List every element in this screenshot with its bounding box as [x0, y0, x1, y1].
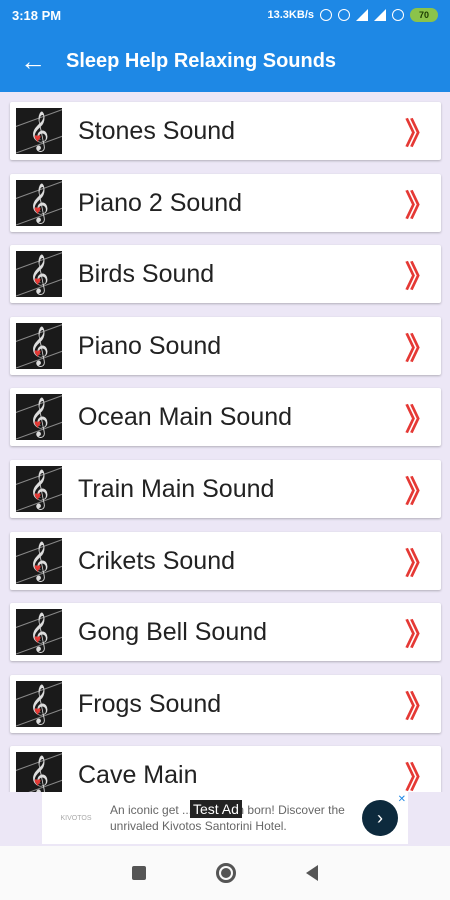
list-item[interactable]: 𝄞 ♥ Piano Sound 》 — [10, 317, 441, 375]
ad-banner[interactable]: KIVOTOS An iconic get ... just been born… — [42, 792, 408, 844]
music-note-icon: 𝄞 ♥ — [16, 752, 62, 792]
back-arrow-icon[interactable]: ← — [0, 30, 66, 92]
chevron-right-icon: 》 — [405, 190, 435, 223]
list-item[interactable]: 𝄞 ♥ Ocean Main Sound 》 — [10, 388, 441, 446]
sound-label: Train Main Sound — [78, 474, 275, 503]
home-icon[interactable] — [216, 863, 236, 883]
back-icon[interactable] — [306, 865, 318, 881]
music-note-icon: 𝄞 ♥ — [16, 180, 62, 226]
sound-label: Ocean Main Sound — [78, 402, 293, 431]
sound-label: Piano 2 Sound — [78, 188, 243, 217]
list-item[interactable]: 𝄞 ♥ Gong Bell Sound 》 — [10, 603, 441, 661]
battery-indicator: 70 — [410, 8, 438, 22]
ad-text: An iconic get ... just been born! Discov… — [110, 800, 352, 834]
chevron-right-icon: 》 — [405, 476, 435, 509]
music-note-icon: 𝄞 ♥ — [16, 609, 62, 655]
chevron-right-icon: 》 — [405, 333, 435, 366]
list-item[interactable]: 𝄞 ♥ Frogs Sound 》 — [10, 675, 441, 733]
music-note-icon: 𝄞 ♥ — [16, 466, 62, 512]
sound-label: Piano Sound — [78, 331, 222, 360]
chevron-right-icon: 》 — [405, 261, 435, 294]
sound-label: Frogs Sound — [78, 689, 222, 718]
sound-label: Gong Bell Sound — [78, 617, 268, 646]
net-speed: 13.3KB/s — [267, 9, 314, 21]
chevron-right-icon: 》 — [405, 548, 435, 581]
list-item[interactable]: 𝄞 ♥ Crikets Sound 》 — [10, 532, 441, 590]
status-time: 3:18 PM — [12, 7, 62, 23]
recent-apps-icon[interactable] — [132, 866, 146, 880]
music-note-icon: 𝄞 ♥ — [16, 323, 62, 369]
system-nav-bar — [0, 846, 450, 900]
list-item[interactable]: 𝄞 ♥ Train Main Sound 》 — [10, 460, 441, 518]
chevron-right-icon: 》 — [405, 762, 435, 792]
alarm-icon — [338, 9, 350, 21]
sound-label: Birds Sound — [78, 259, 215, 288]
close-icon[interactable]: ✕ — [398, 794, 406, 805]
ad-logo: KIVOTOS — [60, 814, 92, 822]
chevron-right-icon: 》 — [405, 691, 435, 724]
test-ad-badge: Test Ad — [190, 800, 242, 818]
music-note-icon: 𝄞 ♥ — [16, 394, 62, 440]
chevron-right-icon: 》 — [405, 118, 435, 151]
page-title: Sleep Help Relaxing Sounds — [66, 49, 337, 72]
list-item[interactable]: 𝄞 ♥ Stones Sound 》 — [10, 102, 441, 160]
wifi-icon — [392, 9, 404, 21]
status-icons: 13.3KB/s 70 — [268, 8, 438, 22]
sound-list[interactable]: 𝄞 ♥ Stones Sound 》 𝄞 ♥ Piano 2 Sound 》 𝄞 ♥ … — [0, 92, 450, 792]
settings-icon — [320, 9, 332, 21]
list-item[interactable]: 𝄞 ♥ Cave Main 》 — [10, 746, 441, 792]
sound-label: Stones Sound — [78, 116, 236, 145]
signal-icon — [356, 9, 368, 21]
music-note-icon: 𝄞 ♥ — [16, 108, 62, 154]
chevron-right-icon: 》 — [405, 619, 435, 652]
music-note-icon: 𝄞 ♥ — [16, 681, 62, 727]
list-item[interactable]: 𝄞 ♥ Birds Sound 》 — [10, 245, 441, 303]
sound-label: Cave Main — [78, 760, 198, 789]
music-note-icon: 𝄞 ♥ — [16, 251, 62, 297]
chevron-right-icon: 》 — [405, 404, 435, 437]
signal-icon-2 — [374, 9, 386, 21]
app-bar: ← Sleep Help Relaxing Sounds — [0, 30, 450, 92]
sound-label: Crikets Sound — [78, 546, 236, 575]
music-note-icon: 𝄞 ♥ — [16, 538, 62, 584]
list-item[interactable]: 𝄞 ♥ Piano 2 Sound 》 — [10, 174, 441, 232]
status-bar: 3:18 PM 13.3KB/s 70 — [0, 0, 450, 30]
ad-open-button[interactable]: › — [362, 800, 398, 836]
